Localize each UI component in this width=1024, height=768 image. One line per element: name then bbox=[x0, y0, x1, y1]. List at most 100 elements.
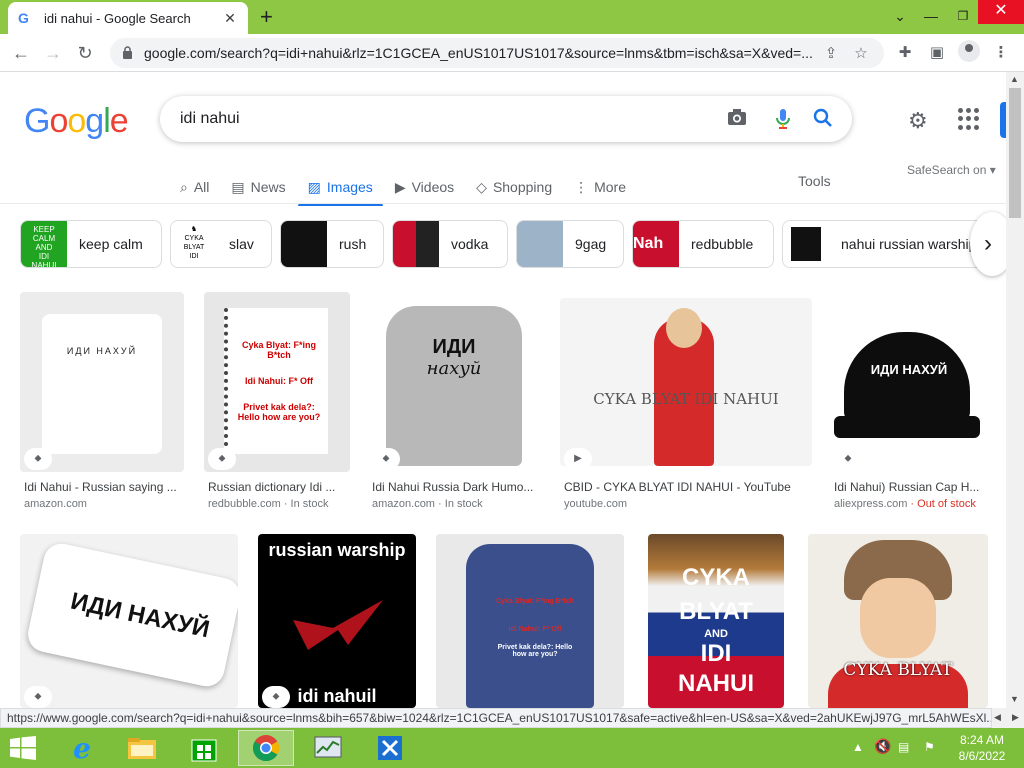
search-icon[interactable] bbox=[812, 108, 834, 130]
close-window-button[interactable]: ✕ bbox=[978, 0, 1024, 24]
tab-all[interactable]: ⌕ All bbox=[180, 172, 209, 202]
browser-tab-bar: G idi nahui - Google Search ✕ + ⌄ — ❐ ✕ bbox=[0, 0, 1024, 34]
tab-more[interactable]: ⋮ More bbox=[574, 172, 626, 202]
side-panel-icon[interactable]: ▣ bbox=[926, 42, 948, 64]
volume-muted-icon[interactable]: 🔇 bbox=[874, 738, 891, 755]
search-input[interactable]: idi nahui bbox=[180, 110, 240, 128]
search-icon: ⌕ bbox=[180, 178, 188, 195]
image-result[interactable]: CYKA BLYAT bbox=[808, 534, 988, 708]
tag-icon: ⬥ bbox=[24, 686, 52, 708]
forward-arrow-icon[interactable]: → bbox=[40, 40, 66, 66]
image-result[interactable]: CYKA BLYAT IDI NAHUI ▶ CBID - CYKA BLYAT… bbox=[560, 292, 812, 512]
chevron-right-icon[interactable]: › bbox=[970, 212, 1006, 276]
file-explorer-icon[interactable] bbox=[114, 730, 170, 766]
scroll-right-icon[interactable]: ▶ bbox=[1012, 712, 1019, 723]
link-status-bar: https://www.google.com/search?q=idi+nahu… bbox=[0, 708, 992, 728]
chip-thumbnail bbox=[517, 221, 563, 267]
divider bbox=[0, 203, 1006, 204]
lock-icon[interactable] bbox=[122, 46, 134, 60]
result-image: Cyka Blyat: F*ing B*tch Idi Nahui: F* Of… bbox=[436, 534, 624, 708]
action-center-icon[interactable]: ⚑ bbox=[924, 740, 935, 754]
result-image: ИДИ НАХУЙ bbox=[20, 292, 184, 472]
image-result[interactable]: ИДИ НАХУЙ ⬥ Idi Nahui) Russian Cap H... … bbox=[830, 292, 988, 512]
chip-slav[interactable]: ♞ CYKA BLYAT IDI slav bbox=[170, 220, 272, 268]
task-manager-icon[interactable] bbox=[300, 730, 356, 766]
chip-thumbnail bbox=[393, 221, 439, 267]
image-result[interactable]: CYKA BLYAT AND IDI NAHUI bbox=[648, 534, 784, 708]
news-icon: ▤ bbox=[231, 178, 245, 195]
camera-lens-icon[interactable] bbox=[726, 108, 748, 130]
windows-taskbar: e ▲ 🔇 ▤ ⚑ 8:24 AM 8/6/2022 bbox=[0, 728, 1024, 768]
network-icon[interactable]: ▤ bbox=[898, 740, 909, 754]
store-icon[interactable] bbox=[176, 730, 232, 766]
microphone-icon[interactable] bbox=[772, 108, 794, 130]
chip-thumbnail bbox=[281, 221, 327, 267]
minimize-button[interactable]: — bbox=[916, 2, 946, 30]
tab-news[interactable]: ▤ News bbox=[231, 172, 285, 202]
restore-button[interactable]: ❐ bbox=[948, 2, 978, 30]
show-hidden-icons[interactable]: ▲ bbox=[852, 740, 864, 754]
tab-images[interactable]: ▨ Images bbox=[297, 172, 383, 206]
internet-explorer-icon[interactable]: e bbox=[54, 730, 110, 766]
tab-search-icon[interactable]: ⌄ bbox=[888, 2, 912, 30]
tab-shopping[interactable]: ◇ Shopping bbox=[476, 172, 552, 202]
profile-avatar-icon[interactable] bbox=[958, 40, 980, 62]
system-clock[interactable]: 8:24 AM 8/6/2022 bbox=[954, 732, 1010, 764]
image-result[interactable]: ИДИ НАХУЙ ⬥ bbox=[20, 534, 238, 708]
clock-time: 8:24 AM bbox=[959, 733, 1005, 747]
image-result[interactable]: Cyka Blyat: F*ing B*tch Idi Nahui: F* Of… bbox=[436, 534, 624, 708]
tools-button[interactable]: Tools bbox=[798, 173, 831, 189]
tag-icon: ⬥ bbox=[208, 448, 236, 470]
image-result[interactable]: ИДИ НАХУЙ ⬥ Idi Nahui - Russian saying .… bbox=[20, 292, 184, 512]
settings-gear-icon[interactable]: ⚙ bbox=[908, 108, 928, 134]
scroll-left-icon[interactable]: ◀ bbox=[994, 712, 1001, 723]
chip-thumbnail: Nah bbox=[633, 221, 679, 267]
scroll-down-icon[interactable]: ▼ bbox=[1010, 694, 1019, 704]
google-favicon-icon: G bbox=[18, 10, 29, 26]
result-image: ИДИ НАХУЙ bbox=[830, 292, 988, 472]
result-image: CYKA BLYAT AND IDI NAHUI bbox=[648, 534, 784, 708]
scrollbar-thumb[interactable] bbox=[1009, 88, 1021, 218]
tab-title: idi nahui - Google Search bbox=[44, 10, 191, 26]
google-logo[interactable]: Google bbox=[24, 102, 129, 141]
image-result[interactable]: Cyka Blyat: F*ing B*tch Idi Nahui: F* Of… bbox=[204, 292, 350, 512]
image-result[interactable]: ИДИ нахуй ⬥ Idi Nahui Russia Dark Humo..… bbox=[368, 292, 540, 512]
tag-icon: ⬥ bbox=[372, 448, 400, 470]
tag-icon: ⬥ bbox=[24, 448, 52, 470]
tab-videos[interactable]: ▶ Videos bbox=[395, 172, 454, 202]
chip-thumbnail bbox=[783, 221, 829, 267]
browser-menu-icon[interactable]: ⋮ bbox=[990, 42, 1012, 64]
url-text[interactable]: google.com/search?q=idi+nahui&rlz=1C1GCE… bbox=[144, 45, 812, 61]
windows-start-icon[interactable] bbox=[10, 736, 36, 760]
video-icon: ▶ bbox=[394, 178, 406, 195]
back-arrow-icon[interactable]: ← bbox=[8, 40, 34, 66]
image-result[interactable]: russian warship idi nahuil ⬥ bbox=[258, 534, 416, 708]
tag-icon: ⬥ bbox=[834, 448, 862, 470]
google-apps-icon[interactable] bbox=[958, 108, 980, 130]
browser-tab[interactable]: G idi nahui - Google Search ✕ bbox=[8, 2, 248, 34]
chrome-icon[interactable] bbox=[238, 730, 294, 766]
address-bar[interactable]: google.com/search?q=idi+nahui&rlz=1C1GCE… bbox=[110, 38, 884, 68]
extensions-puzzle-icon[interactable]: ✚ bbox=[894, 42, 916, 64]
result-image: CYKA BLYAT IDI NAHUI bbox=[560, 298, 812, 466]
scroll-up-icon[interactable]: ▲ bbox=[1010, 74, 1019, 84]
bookmark-star-icon[interactable]: ☆ bbox=[850, 44, 872, 62]
chip-9gag[interactable]: 9gag bbox=[516, 220, 624, 268]
browser-toolbar: ← → ↻ google.com/search?q=idi+nahui&rlz=… bbox=[0, 34, 1024, 72]
chip-vodka[interactable]: vodka bbox=[392, 220, 508, 268]
video-editor-icon[interactable] bbox=[362, 730, 418, 766]
vertical-scrollbar[interactable]: ▲ ▼ bbox=[1006, 72, 1024, 708]
chip-redbubble[interactable]: Nah redbubble bbox=[632, 220, 774, 268]
search-box[interactable]: idi nahui bbox=[160, 96, 852, 142]
play-icon: ▶ bbox=[564, 448, 592, 470]
close-tab-icon[interactable]: ✕ bbox=[222, 10, 238, 27]
safesearch-menu[interactable]: SafeSearch on ▾ bbox=[907, 163, 996, 177]
search-type-tabs: ⌕ All ▤ News ▨ Images ▶ Videos ◇ Shopping ⋮ Mo… bbox=[180, 172, 648, 206]
new-tab-button[interactable]: + bbox=[260, 6, 273, 28]
chip-rush[interactable]: rush bbox=[280, 220, 384, 268]
reload-icon[interactable]: ↻ bbox=[72, 40, 98, 66]
chip-keep-calm[interactable]: KEEP CALM AND IDI NAHUI keep calm bbox=[20, 220, 162, 268]
result-image: CYKA BLYAT bbox=[808, 534, 988, 708]
share-icon[interactable]: ⇪ bbox=[820, 44, 842, 62]
horizontal-scrollbar[interactable]: ◀ ▶ bbox=[992, 708, 1024, 728]
